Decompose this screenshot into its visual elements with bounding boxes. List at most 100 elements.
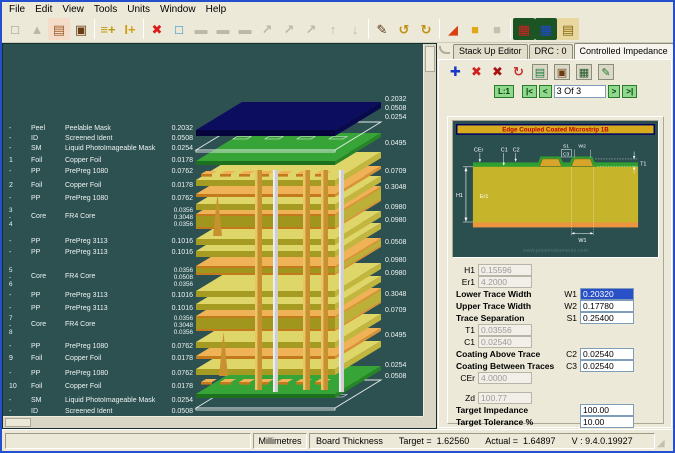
layer-row[interactable]: -PPPrePreg 10800.0762 bbox=[7, 369, 199, 380]
tab-strip: Stack Up EditorDRC : 0Controlled Impedan… bbox=[453, 44, 675, 59]
edit-rectangle-icon[interactable]: □ bbox=[168, 18, 190, 40]
add-drill-icon[interactable]: I+ bbox=[119, 18, 141, 40]
layer-row[interactable]: 7-8CoreFR4 Core0.03560.30480.0356 bbox=[7, 314, 199, 337]
vertical-scrollbar[interactable] bbox=[423, 44, 436, 416]
dimension-value: 0.2032 bbox=[385, 96, 406, 104]
layer-row[interactable]: -PPPrePreg 31130.1016 bbox=[7, 237, 199, 248]
layer-row[interactable]: 2FoilCopper Foil0.0178 bbox=[7, 181, 199, 192]
assign-material-icon[interactable]: ✎ bbox=[371, 18, 393, 40]
menu-edit[interactable]: Edit bbox=[30, 4, 57, 15]
application-window: FileEditViewToolsUnitsWindowHelp □▲▤▣≡+I… bbox=[0, 0, 675, 453]
ci-structure-diagram: Edge Coupled Coated Microstrip 1B bbox=[453, 121, 658, 257]
add-layer-icon[interactable]: ≡+ bbox=[97, 18, 119, 40]
layer-row[interactable]: -IDScreened Ident0.0508 bbox=[7, 407, 199, 416]
layer-indicator-button[interactable]: L:1 bbox=[494, 85, 514, 98]
parameter-list: Substrate 1 HeightH1Substrate 1 Dielectr… bbox=[452, 261, 659, 421]
structure-position-input[interactable] bbox=[554, 85, 606, 98]
eraser-icon[interactable]: ◢ bbox=[442, 18, 464, 40]
goal-seek-calculator-icon[interactable]: ▦ bbox=[513, 18, 535, 40]
resize-grip[interactable]: ◢ bbox=[657, 439, 670, 449]
technical-report-icon[interactable]: ▤ bbox=[557, 18, 579, 40]
layer-row[interactable]: -PPPrePreg 10800.0762 bbox=[7, 167, 199, 178]
dimension-value: 0.0495 bbox=[385, 332, 406, 340]
tab-controlled-impedance[interactable]: Controlled Impedance bbox=[574, 43, 674, 59]
vertical-scrollbar-thumb[interactable] bbox=[425, 46, 435, 72]
structure-parameters-icon[interactable]: ▤ bbox=[532, 64, 548, 80]
layer-row[interactable]: 3-4CoreFR4 Core0.03560.30480.0356 bbox=[7, 206, 199, 229]
structure-frame-icon[interactable]: ▣ bbox=[554, 64, 570, 80]
parameter-symbol: W1 bbox=[554, 289, 580, 299]
tab-stack-up-editor[interactable]: Stack Up Editor bbox=[453, 44, 528, 59]
stackup-wizard-icon[interactable]: ▤ bbox=[48, 18, 70, 40]
menu-file[interactable]: File bbox=[4, 4, 30, 15]
layer-row[interactable]: 10FoilCopper Foil0.0178 bbox=[7, 382, 199, 393]
layer-row[interactable]: -PPPrePreg 10800.0762 bbox=[7, 342, 199, 353]
param-input-w2[interactable] bbox=[580, 300, 634, 312]
impedance-calculator-icon[interactable]: ▦ bbox=[535, 18, 557, 40]
diagram-label-t1: T1 bbox=[640, 161, 646, 167]
layer-row[interactable]: -PPPrePreg 31130.1016 bbox=[7, 248, 199, 259]
field-solver-calculator-icon[interactable]: ▦ bbox=[576, 64, 592, 80]
param-input-target-tolerance[interactable] bbox=[580, 416, 634, 428]
delete-all-ci-structures-icon[interactable]: ✖ bbox=[490, 64, 505, 80]
first-structure-button[interactable]: |< bbox=[522, 85, 537, 98]
dimension-value: 0.3048 bbox=[385, 184, 406, 192]
menu-tools[interactable]: Tools bbox=[89, 4, 122, 15]
param-input-c3[interactable] bbox=[580, 360, 634, 372]
menu-help[interactable]: Help bbox=[201, 4, 232, 15]
menu-window[interactable]: Window bbox=[155, 4, 201, 15]
dimension-value: 0.0709 bbox=[385, 168, 406, 176]
add-ci-structure-icon[interactable]: ✚ bbox=[448, 64, 463, 80]
unpress-stackup-icon[interactable]: ↻ bbox=[415, 18, 437, 40]
param-input-w1[interactable] bbox=[580, 288, 634, 300]
parameter-row: Coating Above TraceC2 bbox=[452, 348, 659, 360]
dimension-value: 0.0980 bbox=[385, 204, 406, 212]
recalculate-structure-icon[interactable]: ↻ bbox=[511, 64, 526, 80]
param-input-s1[interactable] bbox=[580, 312, 634, 324]
diagram-label-w2: W2 bbox=[578, 144, 586, 150]
previous-structure-button[interactable]: < bbox=[539, 85, 552, 98]
move-layer-icon-3: ▬ bbox=[234, 18, 256, 40]
solid-cube-icon[interactable]: ■ bbox=[464, 18, 486, 40]
next-structure-button[interactable]: > bbox=[608, 85, 621, 98]
frame-viewer-icon[interactable]: ▣ bbox=[70, 18, 92, 40]
parameter-symbol: T1 bbox=[452, 325, 478, 335]
last-structure-button[interactable]: >| bbox=[622, 85, 637, 98]
param-input-c2[interactable] bbox=[580, 348, 634, 360]
param-input-target-impedance[interactable] bbox=[580, 404, 634, 416]
dimension-value: 0.0508 bbox=[385, 373, 406, 381]
diagram-title: Edge Coupled Coated Microstrip 1B bbox=[502, 127, 609, 134]
copy-layer-icon-2: ↗ bbox=[278, 18, 300, 40]
parameter-symbol: C1 bbox=[452, 337, 478, 347]
diagram-watermark: www.polarinstruments.com bbox=[522, 248, 589, 254]
param-input-t1 bbox=[478, 324, 532, 336]
menu-units[interactable]: Units bbox=[122, 4, 155, 15]
delete-item-icon[interactable]: ✖ bbox=[146, 18, 168, 40]
new-stackup-icon[interactable]: □ bbox=[4, 18, 26, 40]
stackup-drawing-area[interactable]: -PeelPeelable Mask0.2032-IDScreened Iden… bbox=[3, 44, 423, 416]
layer-row[interactable]: -PPPrePreg 10800.0762 bbox=[7, 194, 199, 205]
menu-view[interactable]: View bbox=[57, 4, 89, 15]
edit-structure-icon[interactable]: ✎ bbox=[598, 64, 614, 80]
layer-row[interactable]: 1FoilCopper Foil0.0178 bbox=[7, 156, 199, 167]
press-stackup-icon[interactable]: ↺ bbox=[393, 18, 415, 40]
dimension-value: 0.0980 bbox=[385, 270, 406, 278]
copy-layer-icon-3: ↗ bbox=[300, 18, 322, 40]
layer-row[interactable]: -SMLiquid PhotoImageable Mask0.0254 bbox=[7, 144, 199, 155]
toolbar-separator bbox=[510, 19, 511, 39]
layer-row[interactable]: -SMLiquid PhotoImageable Mask0.0254 bbox=[7, 396, 199, 407]
tab-drc-0[interactable]: DRC : 0 bbox=[529, 44, 573, 59]
controlled-impedance-panel: Stack Up EditorDRC : 0Controlled Impedan… bbox=[437, 43, 673, 429]
parameter-symbol: W2 bbox=[554, 301, 580, 311]
horizontal-scrollbar[interactable] bbox=[3, 416, 423, 428]
horizontal-scrollbar-thumb[interactable] bbox=[5, 418, 31, 427]
panel-dock-handle[interactable] bbox=[439, 46, 450, 54]
parameter-label: Upper Trace Width bbox=[452, 301, 554, 311]
layer-row[interactable]: -PPPrePreg 31130.1016 bbox=[7, 291, 199, 302]
delete-ci-structure-icon[interactable]: ✖ bbox=[469, 64, 484, 80]
status-bar: Millimetres Board Thickness Target = 1.6… bbox=[2, 429, 673, 451]
layer-row[interactable]: 9FoilCopper Foil0.0178 bbox=[7, 354, 199, 365]
layer-row[interactable]: 5-6CoreFR4 Core0.03560.05080.0356 bbox=[7, 266, 199, 289]
dimension-value: 0.0980 bbox=[385, 257, 406, 265]
parameter-row: Substrate 1 DielectricEr1 bbox=[452, 276, 659, 288]
